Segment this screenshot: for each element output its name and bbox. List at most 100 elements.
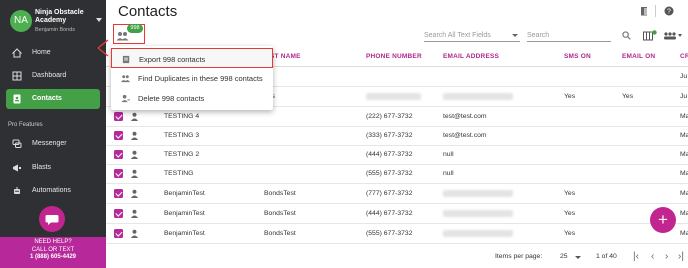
search-icon[interactable] [622,31,631,40]
menu-item-export[interactable]: Export 998 contacts [111,48,273,68]
col-email-address[interactable]: EMAIL ADDRESS [443,53,499,60]
cell-phone: (777) 677-3732 [366,190,413,197]
table-row[interactable]: TESTING 2 (444) 677-3732 null Ma [106,145,688,165]
sidebar-item-blasts[interactable]: Blasts [6,158,100,178]
sidebar-item-dashboard[interactable]: Dashboard [6,66,100,86]
section-label: Pro Features [8,122,43,128]
col-last-name[interactable]: ST NAME [270,53,301,60]
page-title: Contacts [118,3,178,20]
person-icon [130,169,139,178]
chat-bubble-icon [45,215,59,225]
table-row[interactable]: BenjaminTest BondsTest (444) 677-3732 Ye… [106,204,688,224]
items-per-page-select[interactable]: 25 [560,253,568,260]
col-created[interactable]: CR [680,53,688,60]
cell-created: Ma [680,151,688,158]
first-page-icon[interactable]: |‹ [633,251,639,262]
help-banner[interactable]: NEED HELP? CALL OR TEXT 1 (888) 605-4429 [0,237,106,268]
search-input[interactable]: Search [527,30,611,42]
row-checkbox[interactable] [114,112,123,121]
cell-last-name: BondsTest [264,230,296,237]
row-checkbox[interactable] [114,209,123,218]
items-per-page-label: Items per page: [495,253,543,260]
cell-phone: (444) 677-3732 [366,151,413,158]
avatar: NA [10,10,32,32]
table-row[interactable]: TESTING (555) 677-3732 null Ma [106,164,688,184]
row-checkbox[interactable] [114,189,123,198]
cell-first-name: TESTING 4 [164,113,200,120]
sidebar-item-label: Home [32,49,51,56]
help-line-2: CALL OR TEXT [31,246,75,253]
page-info: 1 of 40 [596,253,617,260]
sidebar-item-automations[interactable]: Automations [6,181,100,201]
columns-icon[interactable] [643,30,657,41]
cell-created: Ma [680,210,688,217]
redacted-email [443,93,513,100]
chat-button[interactable] [39,206,65,232]
account-switcher[interactable]: NA Ninja Obstacle Academy Benjamin Bonds [6,6,102,38]
search-placeholder: Search [527,32,550,39]
cell-sms-on: Yes [564,210,576,217]
caret-down-icon [96,18,102,22]
cell-first-name: TESTING 3 [164,132,200,139]
sidebar-item-label: Dashboard [32,72,67,79]
col-phone-number[interactable]: PHONE NUMBER [366,53,422,60]
cell-created: Ma [680,170,688,177]
menu-item-label: Find Duplicates in these 998 contacts [138,74,263,83]
pagination: Items per page: 25 1 of 40 |‹ ‹ › ›| [106,246,688,268]
table-row[interactable]: TESTING 3 (333) 677-3732 test@test.com M… [106,126,688,146]
cell-phone: (555) 677-3732 [366,170,413,177]
table-row[interactable]: BenjaminTest BondsTest (777) 677-3732 Ye… [106,184,688,204]
person-icon [130,209,139,218]
sidebar: NA Ninja Obstacle Academy Benjamin Bonds… [0,0,106,268]
table-row[interactable]: BenjaminTest BondsTest (555) 677-3732 Ye… [106,224,688,244]
row-checkbox[interactable] [114,131,123,140]
cell-phone: (444) 677-3732 [366,210,413,217]
help-icon[interactable]: ? [664,6,674,16]
door-icon[interactable] [639,6,649,16]
contacts-icon [13,94,21,104]
add-contact-button[interactable]: + [650,207,676,233]
sidebar-item-label: Blasts [32,164,52,171]
sidebar-item-label: Automations [32,187,71,194]
prev-page-icon[interactable]: ‹ [651,251,654,262]
cell-first-name: BenjaminTest [164,190,205,197]
cell-phone: (555) 677-3732 [366,230,413,237]
col-sms-on[interactable]: SMS ON [564,53,591,60]
search-all-fields-select[interactable]: Search All Text Fields [424,30,520,42]
sidebar-item-messenger[interactable]: Messenger [6,134,100,154]
cell-email-on: Yes [622,93,634,100]
next-page-icon[interactable]: › [665,251,668,262]
row-checkbox[interactable] [114,150,123,159]
menu-item-find-duplicates[interactable]: Find Duplicates in these 998 contacts [111,68,273,88]
caret-down-icon [512,34,518,37]
org-name: Ninja Obstacle Academy [35,9,84,24]
delete-contacts-icon [121,94,130,103]
sidebar-item-label: Messenger [32,140,67,147]
megaphone-icon [13,164,21,172]
person-icon [130,229,139,238]
redacted-email [443,190,513,197]
cell-created: Ma [680,230,688,237]
cell-email: null [443,151,454,158]
messenger-icon [12,139,22,148]
caret-down-icon [575,256,581,259]
col-email-on[interactable]: EMAIL ON [622,53,655,60]
help-phone: 1 (888) 605-4429 [29,254,77,260]
menu-item-label: Delete 998 contacts [138,94,205,103]
cell-last-name: BondsTest [264,190,296,197]
cell-first-name: BenjaminTest [164,230,205,237]
sidebar-item-home[interactable]: Home [6,43,100,63]
export-icon [122,55,130,64]
person-icon [130,150,139,159]
divider [655,5,656,17]
redacted-email [443,210,513,217]
menu-item-delete[interactable]: Delete 998 contacts [111,88,273,108]
person-icon [130,112,139,121]
person-icon [130,131,139,140]
cell-phone: (333) 677-3732 [366,132,413,139]
row-checkbox[interactable] [114,229,123,238]
sidebar-item-contacts[interactable]: Contacts [6,89,100,109]
row-checkbox[interactable] [114,169,123,178]
bulk-people-icon[interactable] [663,30,683,41]
last-page-icon[interactable]: ›| [678,251,684,262]
